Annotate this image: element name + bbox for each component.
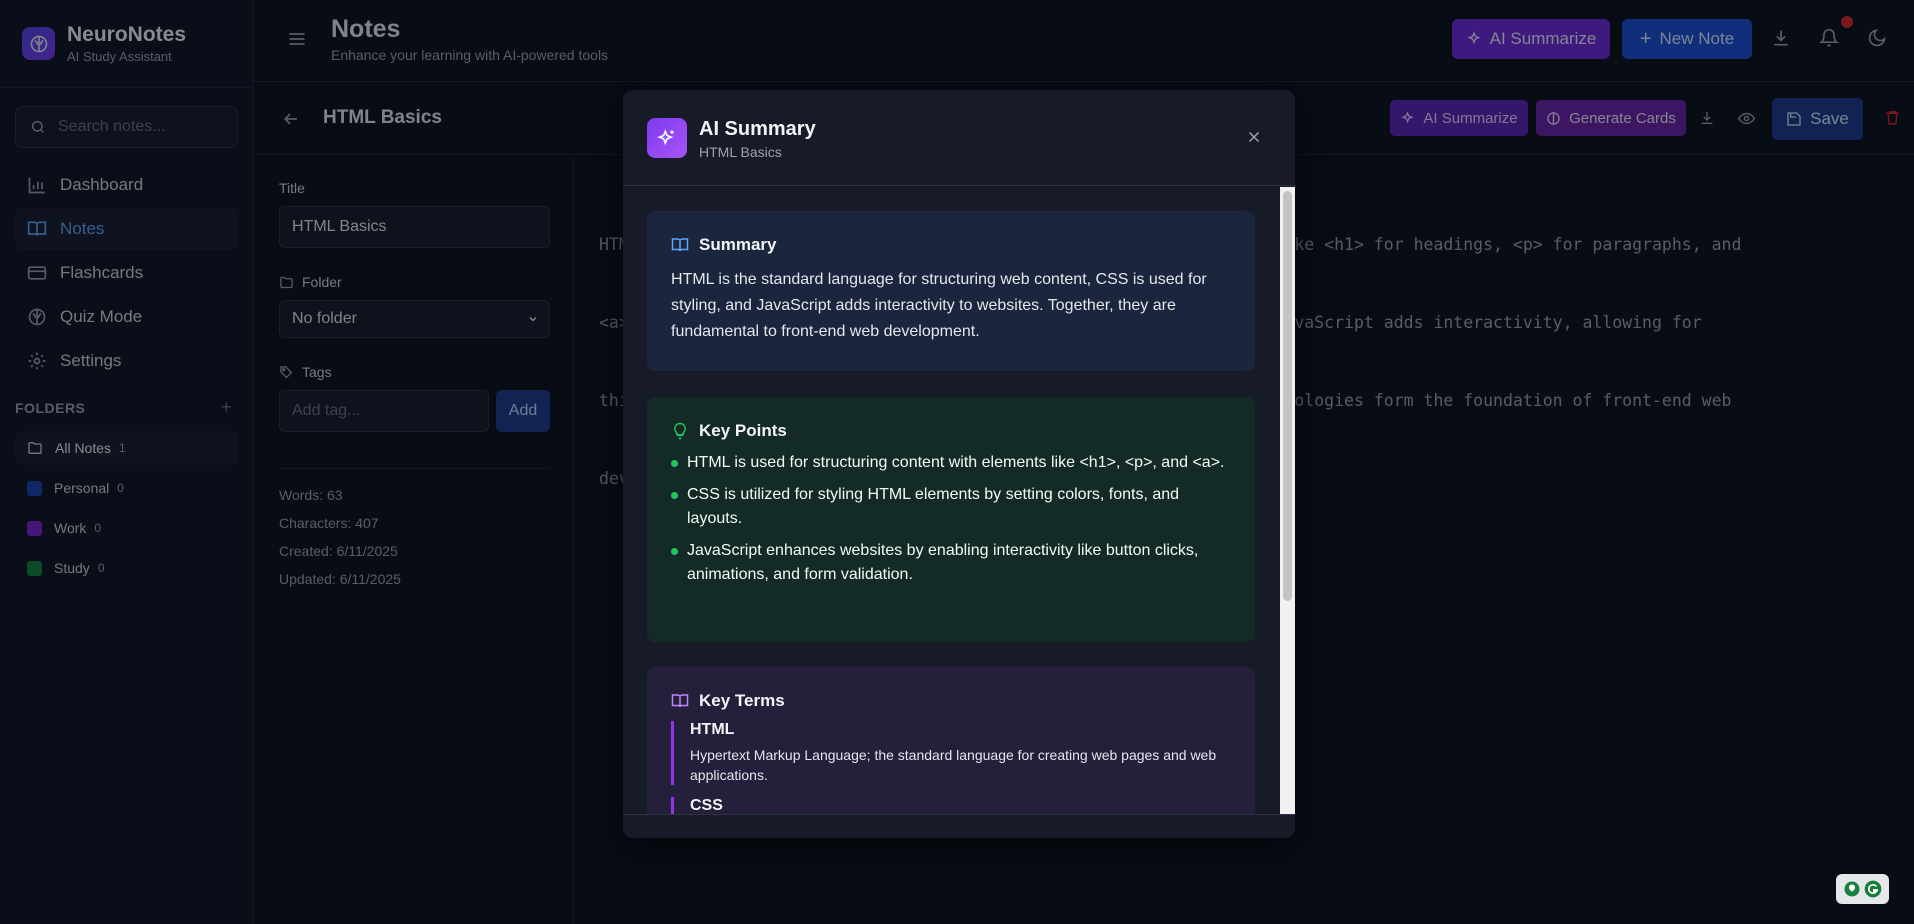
modal-footer [623,814,1295,838]
key-point-item: HTML is used for structuring content wit… [671,451,1231,475]
summary-text: HTML is the standard language for struct… [671,271,1207,340]
modal-subtitle: HTML Basics [699,144,782,160]
key-term-name: HTML [690,721,735,738]
key-points-card: Key Points HTML is used for structuring … [647,397,1255,642]
key-points-list: HTML is used for structuring content wit… [671,451,1231,587]
book-open-icon [671,692,689,710]
key-points-heading: Key Points [699,421,787,440]
grammarly-icon [1863,879,1883,899]
key-terms-heading-row: Key Terms [671,691,1231,711]
key-point-item: JavaScript enhances websites by enabling… [671,539,1231,587]
key-term-name: CSS [690,797,723,814]
summary-card: Summary HTML is the standard language fo… [647,211,1255,371]
key-points-heading-row: Key Points [671,421,1231,441]
key-term-item: HTML Hypertext Markup Language; the stan… [671,721,1231,785]
summary-heading: Summary [699,235,777,254]
ai-summary-modal: AI Summary HTML Basics Summary HTML is t… [623,90,1295,838]
key-terms-heading: Key Terms [699,691,785,710]
key-point-item: CSS is utilized for styling HTML element… [671,483,1231,531]
modal-title: AI Summary [699,118,816,140]
key-terms-card: Key Terms HTML Hypertext Markup Language… [647,667,1255,815]
modal-scrollbar[interactable] [1280,187,1295,815]
grammarly-widget[interactable] [1836,874,1889,904]
modal-body[interactable]: Summary HTML is the standard language fo… [623,187,1279,815]
modal-header: AI Summary HTML Basics [623,90,1295,186]
book-open-icon [671,236,689,254]
summary-heading-row: Summary [671,235,1231,255]
lightbulb-icon [1843,880,1861,898]
sparkles-icon [647,118,687,158]
key-term-definition: Hypertext Markup Language; the standard … [690,747,1217,783]
key-term-item: CSS [671,797,1231,815]
close-icon[interactable] [1245,128,1263,146]
scrollbar-thumb[interactable] [1283,191,1292,601]
lightbulb-icon [671,422,689,440]
